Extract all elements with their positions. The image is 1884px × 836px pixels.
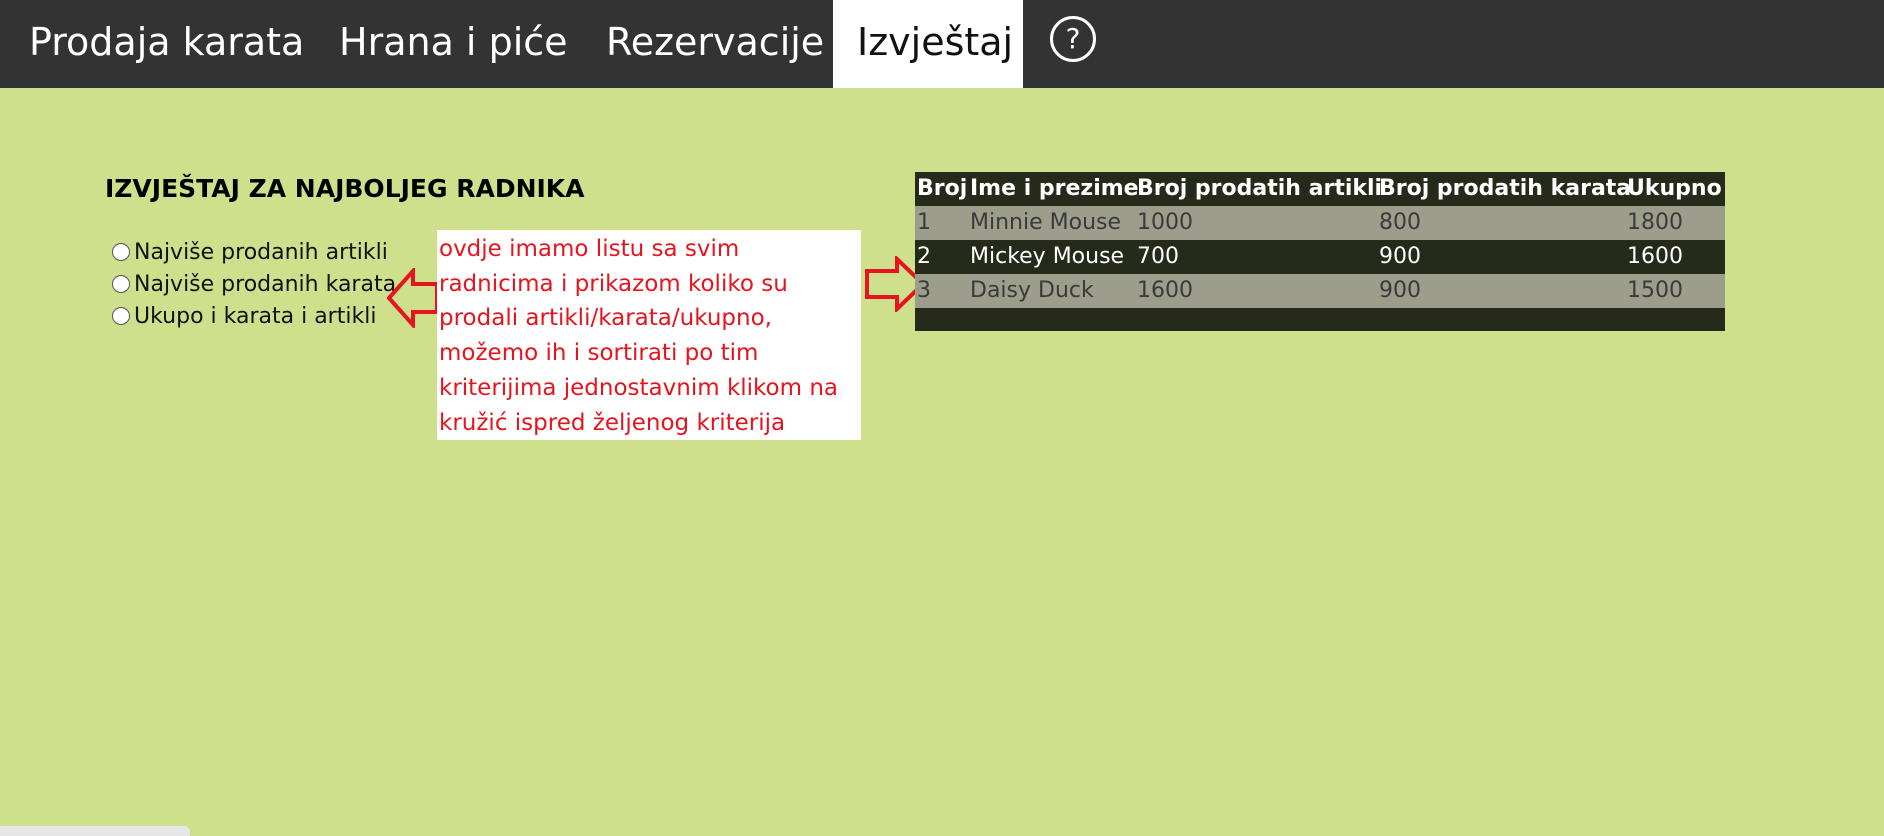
table-row[interactable]: 1 Minnie Mouse 1000 800 1800 [915, 206, 1725, 240]
cell-total: 1800 [1627, 210, 1683, 235]
annotation-note: ovdje imamo listu sa svim radnicima i pr… [437, 230, 861, 440]
workers-table: Broj Ime i prezime Broj prodatih artikli… [915, 172, 1725, 331]
cell-name: Minnie Mouse [970, 210, 1122, 235]
cell-broj: 2 [917, 244, 931, 269]
header-prodatih-artikli[interactable]: Broj prodatih artikli [1137, 172, 1382, 206]
cell-articles: 1600 [1137, 278, 1193, 303]
cell-tickets: 900 [1379, 244, 1421, 269]
cell-name: Mickey Mouse [970, 244, 1125, 269]
help-icon[interactable]: ? [1050, 16, 1096, 62]
tab-rezervacije[interactable]: Rezervacije [585, 0, 833, 88]
arrow-left-icon [387, 268, 439, 328]
cell-total: 1600 [1627, 244, 1683, 269]
status-bar [0, 826, 190, 836]
sort-option-tickets[interactable]: Najviše prodanih karata [112, 269, 396, 299]
report-title: IZVJEŠTAJ ZA NAJBOLJEG RADNIKA [105, 174, 585, 203]
sort-option-label: Najviše prodanih karata [134, 271, 397, 297]
sort-option-label: Najviše prodanih artikli [134, 239, 388, 265]
cell-total: 1500 [1627, 278, 1683, 303]
table-row[interactable]: 2 Mickey Mouse 700 900 1600 [915, 240, 1725, 274]
top-navbar: Prodaja karata Hrana i piće Rezervacije … [0, 0, 1884, 88]
sort-option-articles[interactable]: Najviše prodanih artikli [112, 237, 388, 267]
header-ime-i-prezime[interactable]: Ime i prezime [970, 172, 1139, 206]
cell-articles: 1000 [1137, 210, 1193, 235]
header-broj[interactable]: Broj [917, 172, 967, 206]
tab-hrana-i-pice[interactable]: Hrana i piće [310, 0, 585, 88]
cell-articles: 700 [1137, 244, 1179, 269]
cell-broj: 1 [917, 210, 931, 235]
sort-option-total[interactable]: Ukupo i karata i artikli [112, 301, 376, 331]
radio-button[interactable] [112, 307, 130, 325]
cell-name: Daisy Duck [970, 278, 1094, 303]
header-ukupno[interactable]: Ukupno [1627, 172, 1722, 206]
tab-prodaja-karata[interactable]: Prodaja karata [0, 0, 310, 88]
cell-tickets: 800 [1379, 210, 1421, 235]
cell-broj: 3 [917, 278, 931, 303]
sort-option-label: Ukupo i karata i artikli [134, 303, 377, 329]
table-row[interactable]: 3 Daisy Duck 1600 900 1500 [915, 274, 1725, 308]
radio-button[interactable] [112, 275, 130, 293]
header-prodatih-karata[interactable]: Broj prodatih karata [1379, 172, 1631, 206]
radio-button[interactable] [112, 243, 130, 261]
table-header: Broj Ime i prezime Broj prodatih artikli… [915, 172, 1725, 206]
cell-tickets: 900 [1379, 278, 1421, 303]
report-page: Prodaja karata Hrana i piće Rezervacije … [0, 0, 1884, 836]
tab-izvjestaj[interactable]: Izvještaj [833, 0, 1023, 88]
